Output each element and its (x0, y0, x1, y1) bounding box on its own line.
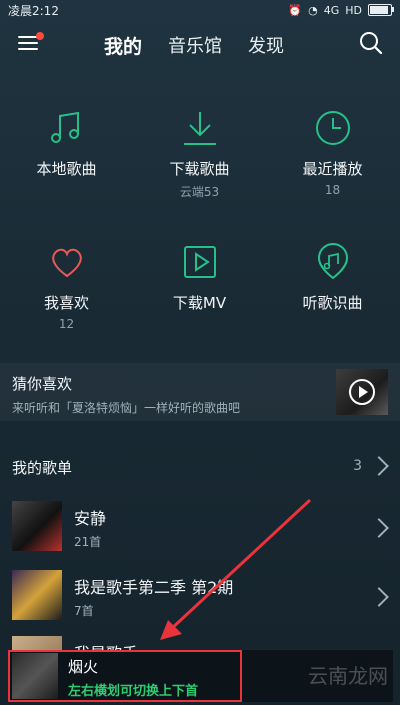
notification-dot (36, 32, 44, 40)
mv-play-icon (183, 246, 216, 278)
my-playlists-header[interactable]: 我的歌单 3 (0, 445, 400, 485)
grid-label: 最近播放 (302, 160, 363, 178)
chevron-right-icon (369, 456, 389, 476)
playlist-count: 3 (353, 458, 362, 474)
playlist-name: 安静 (74, 509, 107, 528)
status-bar: 凌晨2:12 ⏰ ◔ 4G HD (0, 0, 400, 20)
highlight-frame (8, 650, 242, 702)
section-title: 我的歌单 (12, 459, 73, 477)
top-navigation: 我的 音乐馆 发现 (0, 24, 400, 64)
playlist-item[interactable]: 我是歌手 (0, 632, 400, 652)
grid-sub: 12 (58, 317, 75, 331)
grid-downloaded-mv[interactable]: 下载MV (133, 240, 266, 317)
search-icon[interactable] (358, 30, 384, 56)
status-icons: ⏰ ◔ 4G HD (288, 3, 394, 17)
tab-mine[interactable]: 我的 (104, 32, 142, 59)
grid-label: 本地歌曲 (36, 160, 97, 178)
alarm-icon: ⏰ (288, 3, 303, 17)
tab-bar: 我的 音乐馆 发现 (104, 32, 284, 59)
heart-icon (51, 248, 82, 278)
playlist-cover (12, 501, 62, 551)
playlist-item[interactable]: 安静 21首 (0, 497, 400, 559)
battery-icon (368, 4, 394, 16)
menu-button[interactable] (16, 30, 44, 56)
playlist-song-count: 21首 (74, 535, 102, 549)
status-time: 凌晨2:12 (8, 3, 59, 18)
clock-icon (315, 111, 350, 145)
hd-label: HD (345, 3, 362, 17)
watermark-text: 云南龙网 (308, 664, 388, 688)
tab-music-hall[interactable]: 音乐馆 (168, 32, 222, 59)
grid-label: 下载MV (172, 294, 227, 312)
grid-recognize-song[interactable]: 听歌识曲 (266, 240, 399, 317)
recognize-icon (317, 243, 348, 280)
recommend-thumbnail[interactable] (336, 369, 388, 415)
chevron-right-icon (369, 587, 389, 607)
playlist-cover (12, 570, 62, 620)
download-icon (183, 112, 216, 145)
playlist-item[interactable]: 我是歌手第二季 第2期 7首 (0, 566, 400, 628)
grid-downloaded-songs[interactable]: 下载歌曲 云端53 (133, 106, 266, 200)
grid-favorites[interactable]: 我喜欢 12 (0, 240, 133, 331)
music-note-icon (50, 111, 79, 143)
play-icon (349, 379, 375, 405)
grid-local-songs[interactable]: 本地歌曲 (0, 106, 133, 183)
grid-label: 我喜欢 (43, 294, 89, 312)
chevron-right-icon (369, 518, 389, 538)
grid-sub: 18 (324, 183, 341, 197)
recommend-row[interactable]: 猜你喜欢 来听听和「夏洛特烦恼」一样好听的歌曲吧 (0, 363, 400, 421)
recommend-title: 猜你喜欢 (12, 375, 73, 393)
wifi-icon: ◔ (308, 3, 318, 17)
grid-label: 听歌识曲 (302, 294, 363, 312)
signal-label: 4G (323, 3, 340, 17)
grid-sub: 云端53 (179, 185, 220, 199)
grid-label: 下载歌曲 (169, 160, 230, 178)
playlist-name: 我是歌手第二季 第2期 (74, 578, 234, 597)
tab-discover[interactable]: 发现 (248, 32, 284, 59)
recommend-desc: 来听听和「夏洛特烦恼」一样好听的歌曲吧 (12, 401, 241, 415)
grid-recent-played[interactable]: 最近播放 18 (266, 106, 399, 197)
playlist-song-count: 7首 (74, 604, 94, 618)
